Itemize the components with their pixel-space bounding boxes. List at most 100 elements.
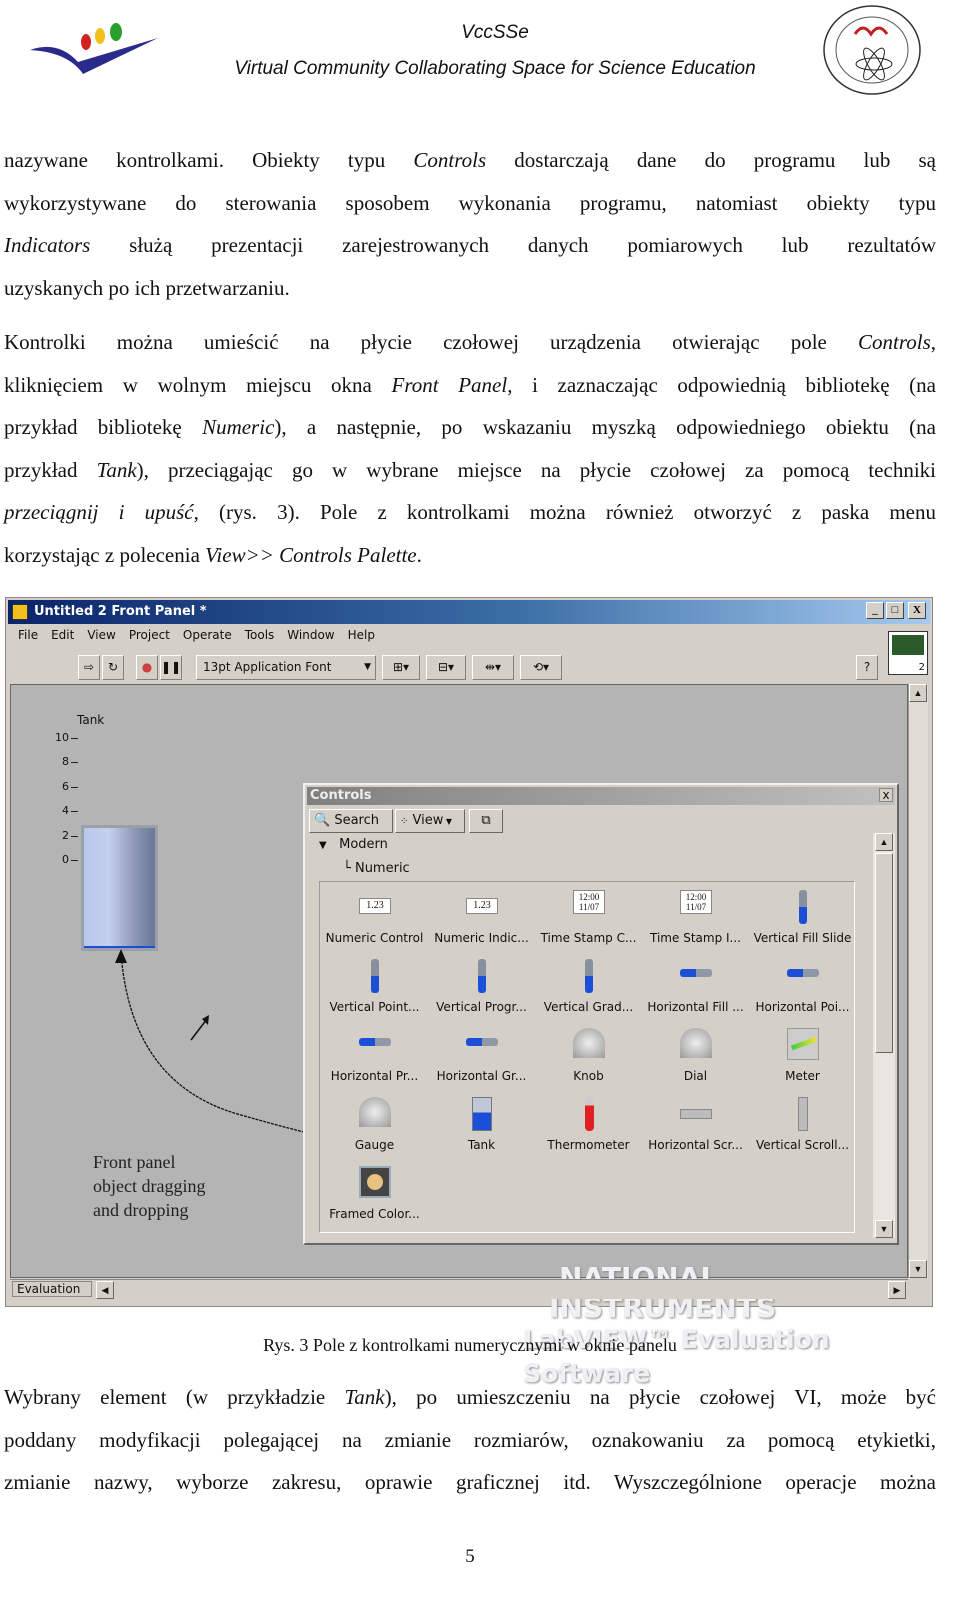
abort-icon[interactable]: ● — [136, 655, 158, 680]
annotation-line: and dropping — [93, 1200, 189, 1220]
palette-item[interactable]: 12:00 11/07 Time Stamp C... — [535, 884, 642, 953]
time-control-icon: 12:00 11/07 — [573, 890, 605, 924]
distribute-objects-icon[interactable]: ⊟▾ — [426, 655, 466, 680]
text-segment: korzystając z polecenia — [4, 543, 206, 567]
menu-edit[interactable]: Edit — [51, 628, 74, 642]
palette-item[interactable]: Vertical Fill Slide — [749, 884, 856, 953]
palette-item[interactable]: Dial — [642, 1022, 749, 1091]
scroll-thumb[interactable] — [875, 853, 893, 1053]
scroll-up-button[interactable]: ▲ — [875, 833, 893, 851]
palette-scrollbar[interactable]: ▲ ▼ — [873, 833, 895, 1238]
scroll-down-button[interactable]: ▼ — [875, 1220, 893, 1238]
menu-operate[interactable]: Operate — [183, 628, 232, 642]
palette-grid: 1.23 Numeric Control 1.23 Numeric Indic... 1… — [319, 881, 855, 1233]
palette-item[interactable]: Horizontal Pr... — [321, 1022, 428, 1091]
palette-item-label: Horizontal Gr... — [436, 1069, 527, 1083]
tree-child-label: Numeric — [354, 861, 410, 876]
menu-tools[interactable]: Tools — [245, 628, 275, 642]
palette-item[interactable]: Horizontal Poi... — [749, 953, 856, 1022]
maximize-button[interactable]: □ — [886, 602, 904, 619]
view-label: View — [412, 813, 444, 828]
window-title: Untitled 2 Front Panel * — [34, 604, 207, 619]
palette-item[interactable]: Thermometer — [535, 1091, 642, 1160]
scroll-up-button[interactable]: ▲ — [909, 684, 927, 702]
text-line: przykład bibliotekę Numeric), a następni… — [4, 414, 936, 440]
text-segment: kliknięciem w wolnym miejscu okna — [4, 372, 392, 397]
run-continuously-icon[interactable]: ↻ — [102, 655, 124, 680]
help-icon[interactable]: ? — [856, 655, 878, 680]
font-select[interactable]: 13pt Application Font ▼ — [196, 655, 376, 680]
text-line: Kontrolki można umieścić na płycie czoło… — [4, 329, 936, 355]
italic-term: Indicators — [4, 233, 91, 258]
reorder-icon[interactable]: ⟲▾ — [520, 655, 562, 680]
text-segment: nazywane kontrolkami. Obiekty typu — [4, 148, 414, 172]
palette-item[interactable]: Vertical Grad... — [535, 953, 642, 1022]
palette-item[interactable]: Vertical Point... — [321, 953, 428, 1022]
palette-item[interactable]: Horizontal Scr... — [642, 1091, 749, 1160]
tree-child[interactable]: └ Numeric — [343, 861, 410, 876]
palette-item-label: Knob — [573, 1069, 604, 1083]
scroll-down-button[interactable]: ▼ — [909, 1260, 927, 1278]
palette-item-label: Vertical Grad... — [543, 1000, 634, 1014]
view-button[interactable]: ⁘ View ▼ — [395, 809, 465, 833]
palette-item[interactable]: Meter — [749, 1022, 856, 1091]
palette-item[interactable]: Horizontal Gr... — [428, 1022, 535, 1091]
palette-item[interactable]: Vertical Scroll... — [749, 1091, 856, 1160]
controls-palette: Controls x 🔍 Search ⁘ View ▼ ⧉ ▼ Modern … — [303, 783, 899, 1245]
menu-file[interactable]: File — [18, 628, 38, 642]
menu-view[interactable]: View — [87, 628, 115, 642]
menu-help[interactable]: Help — [348, 628, 375, 642]
italic-term: Tank — [344, 1385, 385, 1409]
palette-item[interactable]: Knob — [535, 1022, 642, 1091]
palette-item[interactable]: 1.23 Numeric Control — [321, 884, 428, 953]
palette-item[interactable]: Gauge — [321, 1091, 428, 1160]
vbar-control-icon — [466, 959, 498, 993]
front-panel-canvas[interactable]: Tank 10 8 6 4 2 0 Front panel object dragging… — [10, 684, 908, 1388]
text-segment: służą prezentacji zarejestrowanych danyc… — [90, 233, 936, 258]
italic-term: Tank — [96, 457, 137, 482]
labview-app-icon — [12, 604, 28, 620]
italic-term: Numeric — [202, 415, 275, 440]
menu-window[interactable]: Window — [287, 628, 334, 642]
pause-icon[interactable]: ❚❚ — [160, 655, 182, 680]
scroll-left-button[interactable]: ◀ — [96, 1281, 114, 1299]
annotation-line: Front panel — [93, 1152, 176, 1172]
font-select-value: 13pt Application Font — [203, 660, 332, 674]
hbar-control-icon — [466, 1028, 498, 1062]
close-button[interactable]: X — [908, 602, 926, 619]
resize-objects-icon[interactable]: ⇹▾ — [472, 655, 514, 680]
palette-item-label: Time Stamp I... — [650, 931, 741, 945]
time-control-icon: 12:00 11/07 — [680, 890, 712, 924]
vi-icon: 2 — [888, 631, 928, 675]
window-titlebar: Untitled 2 Front Panel * — [8, 600, 930, 624]
text-segment: przykład bibliotekę — [4, 415, 203, 440]
vbar-control-icon — [573, 959, 605, 993]
menu-project[interactable]: Project — [129, 628, 170, 642]
palette-item[interactable]: 12:00 11/07 Time Stamp I... — [642, 884, 749, 953]
text-segment: Kontrolki można umieścić na płycie czoło… — [4, 330, 858, 354]
restore-palette-button[interactable]: ⧉ — [469, 809, 503, 833]
tree-root[interactable]: ▼ Modern — [319, 837, 388, 852]
seal-logo — [820, 4, 925, 96]
scroll-right-button[interactable]: ▶ — [888, 1281, 906, 1299]
palette-item[interactable]: 1.23 Numeric Indic... — [428, 884, 535, 953]
status-bar: Evaluation ◀ ▶ — [10, 1279, 908, 1299]
palette-item[interactable]: Horizontal Fill ... — [642, 953, 749, 1022]
palette-item[interactable]: Tank — [428, 1091, 535, 1160]
search-button[interactable]: 🔍 Search — [309, 809, 393, 833]
align-objects-icon[interactable]: ⊞▾ — [382, 655, 420, 680]
palette-close-button[interactable]: x — [879, 788, 893, 802]
numeric-control-icon: 1.23 — [466, 890, 498, 924]
header-subtitle: Virtual Community Collaborating Space fo… — [234, 58, 756, 79]
window-vertical-scrollbar[interactable]: ▲ ▼ — [908, 684, 928, 1278]
watermark-line: LabVIEW™ Evaluation Software — [523, 1325, 830, 1388]
palette-item[interactable]: Vertical Progr... — [428, 953, 535, 1022]
palette-item-label: Meter — [785, 1069, 820, 1083]
text-segment: , — [930, 330, 936, 354]
minimize-button[interactable]: _ — [866, 602, 884, 619]
text-segment: poddany modyfikacji polegającej na zmian… — [4, 1427, 936, 1452]
palette-item[interactable]: Framed Color... — [321, 1160, 428, 1229]
palette-item-label: Horizontal Pr... — [330, 1069, 419, 1083]
run-arrow-icon[interactable]: ⇨ — [78, 655, 100, 680]
text-line: poddany modyfikacji polegającej na zmian… — [4, 1427, 936, 1453]
